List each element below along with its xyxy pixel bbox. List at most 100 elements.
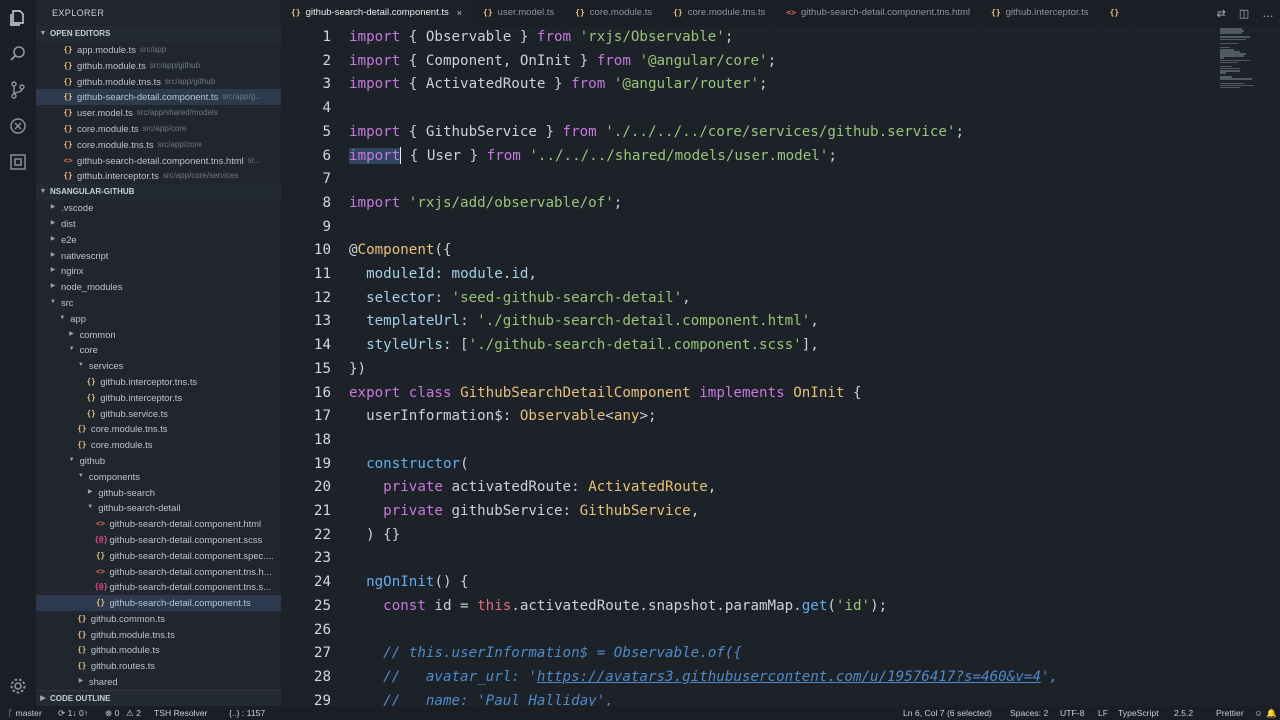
end-of-line[interactable]: LF (1098, 706, 1108, 720)
open-editor-item[interactable]: {} github.module.ts src/app/github (36, 58, 281, 74)
tree-file[interactable]: {} github.common.ts (36, 611, 281, 627)
tree-file[interactable]: {} github.interceptor.ts (36, 390, 281, 406)
open-editor-item[interactable]: {} app.module.ts src/app (36, 42, 281, 58)
code-line[interactable]: 17 userInformation$: Observable<any>; (281, 405, 1221, 429)
tree-folder[interactable]: ▼ github (36, 453, 281, 469)
code-line[interactable]: 10 @Component({ (281, 239, 1221, 263)
code-line[interactable]: 27 // this.userInformation$ = Observable… (281, 642, 1221, 666)
code-editor[interactable]: 1 import { Observable } from 'rxjs/Observ… (281, 26, 1221, 706)
tree-folder[interactable]: ▶ common (36, 327, 281, 343)
tree-file[interactable]: <> github-search-detail.component.tns.h..… (36, 564, 281, 580)
tree-folder[interactable]: ▶ nativescript (36, 248, 281, 264)
open-editors-header[interactable]: ▼ OPEN EDITORS (36, 26, 281, 42)
code-line[interactable]: 19 constructor( (281, 453, 1221, 477)
tree-file[interactable]: {} github.module.tns.ts (36, 627, 281, 643)
open-editor-item[interactable]: {} user.model.ts src/app/shared/models (36, 105, 281, 121)
code-line[interactable]: 6 import { User } from '../../../shared/m… (281, 145, 1221, 169)
editor-tab[interactable]: {} user.model.ts (473, 0, 566, 26)
code-line[interactable]: 3 import { ActivatedRoute } from '@angula… (281, 73, 1221, 97)
tree-folder[interactable]: ▼ services (36, 358, 281, 374)
ts-version[interactable]: 2.5.2 (1174, 706, 1193, 720)
project-header[interactable]: ▼ NSANGULAR-GITHUB (36, 184, 281, 201)
open-editor-item[interactable]: {} core.module.ts src/app/core (36, 121, 281, 137)
tree-file[interactable]: {} github-search-detail.component.spec...… (36, 548, 281, 564)
code-line[interactable]: 15}) (281, 358, 1221, 382)
tree-folder[interactable]: ▼ src (36, 295, 281, 311)
code-line[interactable]: 13 templateUrl: './github-search-detail.… (281, 310, 1221, 334)
tree-file[interactable]: {} core.module.ts (36, 437, 281, 453)
code-line[interactable]: 7 (281, 168, 1221, 192)
code-line[interactable]: 5 import { GithubService } from './../../… (281, 121, 1221, 145)
code-line[interactable]: 16 export class GithubSearchDetailCompone… (281, 382, 1221, 406)
editor-tab[interactable]: {} core.module.tns.ts (663, 0, 777, 26)
debug-icon[interactable] (0, 108, 36, 144)
tree-folder[interactable]: ▼ core (36, 342, 281, 358)
search-icon[interactable] (0, 36, 36, 72)
open-changes-icon[interactable]: ⇄ (1217, 7, 1226, 20)
cursor-position[interactable]: Ln 6, Col 7 (6 selected) (903, 706, 992, 720)
notifications-bell-icon[interactable]: 🔔 (1266, 706, 1277, 720)
open-editor-item[interactable]: {} github.interceptor.ts src/app/core/serv… (36, 168, 281, 184)
code-line[interactable]: 28 // avatar_url: 'https://avatars3.gith… (281, 666, 1221, 690)
tree-folder[interactable]: ▼ components (36, 469, 281, 485)
code-line[interactable]: 8 import 'rxjs/add/observable/of'; (281, 192, 1221, 216)
tree-folder[interactable]: ▶ shared (36, 674, 281, 690)
tree-file[interactable]: {} github-search-detail.component.ts (36, 595, 281, 611)
code-line[interactable]: 11 moduleId: module.id, (281, 263, 1221, 287)
tree-folder[interactable]: ▶ e2e (36, 232, 281, 248)
open-editor-item[interactable]: {} github-search-detail.component.ts src/a… (36, 89, 281, 106)
minimap[interactable] (1218, 26, 1280, 706)
extensions-icon[interactable] (0, 144, 36, 180)
code-line[interactable]: 22 ) {} (281, 524, 1221, 548)
code-line[interactable]: 29 // name: 'Paul Halliday', (281, 690, 1221, 706)
errors-indicator[interactable]: ⊗ 0 (105, 706, 119, 720)
warnings-indicator[interactable]: ⚠ 2 (126, 706, 141, 720)
code-line[interactable]: 9 (281, 216, 1221, 240)
editor-tab[interactable]: {} github.interceptor.ts (981, 0, 1100, 26)
code-line[interactable]: 18 (281, 429, 1221, 453)
editor-tab[interactable]: <> github-search-detail.component.tns.htm… (776, 0, 981, 26)
tree-file[interactable]: {} core.module.tns.ts (36, 421, 281, 437)
code-line[interactable]: 25 const id = this.activatedRoute.snapsh… (281, 595, 1221, 619)
code-line[interactable]: 23 (281, 547, 1221, 571)
close-icon[interactable]: × (457, 0, 462, 26)
prettier-indicator[interactable]: Prettier (1216, 706, 1244, 720)
source-control-icon[interactable] (0, 72, 36, 108)
tree-file[interactable]: {} github.module.ts (36, 642, 281, 658)
code-line[interactable]: 24 ngOnInit() { (281, 571, 1221, 595)
code-line[interactable]: 1 import { Observable } from 'rxjs/Observ… (281, 26, 1221, 50)
tree-file[interactable]: {} github.interceptor.tns.ts (36, 374, 281, 390)
code-line[interactable]: 20 private activatedRoute: ActivatedRout… (281, 476, 1221, 500)
code-line[interactable]: 21 private githubService: GithubService, (281, 500, 1221, 524)
code-line[interactable]: 14 styleUrls: ['./github-search-detail.c… (281, 334, 1221, 358)
tree-file[interactable]: <> github-search-detail.component.html (36, 516, 281, 532)
settings-gear-icon[interactable] (0, 668, 36, 704)
code-line[interactable]: 2 import { Component, OnInit } from '@ang… (281, 50, 1221, 74)
tree-folder[interactable]: ▶ .vscode (36, 200, 281, 216)
tree-file[interactable]: {@} github-search-detail.component.scss (36, 532, 281, 548)
open-editor-item[interactable]: {} core.module.tns.ts src/app/core (36, 137, 281, 153)
tree-folder[interactable]: ▶ node_modules (36, 279, 281, 295)
tree-folder[interactable]: ▶ github-search (36, 485, 281, 501)
tree-folder[interactable]: ▼ github-search-detail (36, 500, 281, 516)
language-mode[interactable]: TypeScript (1118, 706, 1159, 720)
code-outline-header[interactable]: ▶ CODE OUTLINE (36, 690, 281, 706)
braces-indicator[interactable]: {..} : 1157 (229, 706, 265, 720)
tree-folder[interactable]: ▶ nginx (36, 263, 281, 279)
open-editor-item[interactable]: <> github-search-detail.component.tns.htm… (36, 153, 281, 169)
tree-folder[interactable]: ▼ app (36, 311, 281, 327)
tree-file[interactable]: {} github.service.ts (36, 406, 281, 422)
sync-indicator[interactable]: ⟳ 1↓ 0↑ (58, 706, 88, 720)
editor-tab[interactable]: {} github-search-detail.component.ts × (281, 0, 474, 26)
editor-tab[interactable]: {} core.module.ts (565, 0, 664, 26)
explorer-icon[interactable] (0, 0, 36, 36)
indentation[interactable]: Spaces: 2 (1010, 706, 1048, 720)
encoding[interactable]: UTF-8 (1060, 706, 1084, 720)
code-line[interactable]: 26 (281, 619, 1221, 643)
open-editor-item[interactable]: {} github.module.tns.ts src/app/github (36, 74, 281, 90)
code-line[interactable]: 4 (281, 97, 1221, 121)
tree-file[interactable]: {} github.routes.ts (36, 658, 281, 674)
editor-tab[interactable]: {} (1100, 0, 1136, 26)
tree-folder[interactable]: ▶ dist (36, 216, 281, 232)
resolver-indicator[interactable]: TSH Resolver (154, 706, 207, 720)
